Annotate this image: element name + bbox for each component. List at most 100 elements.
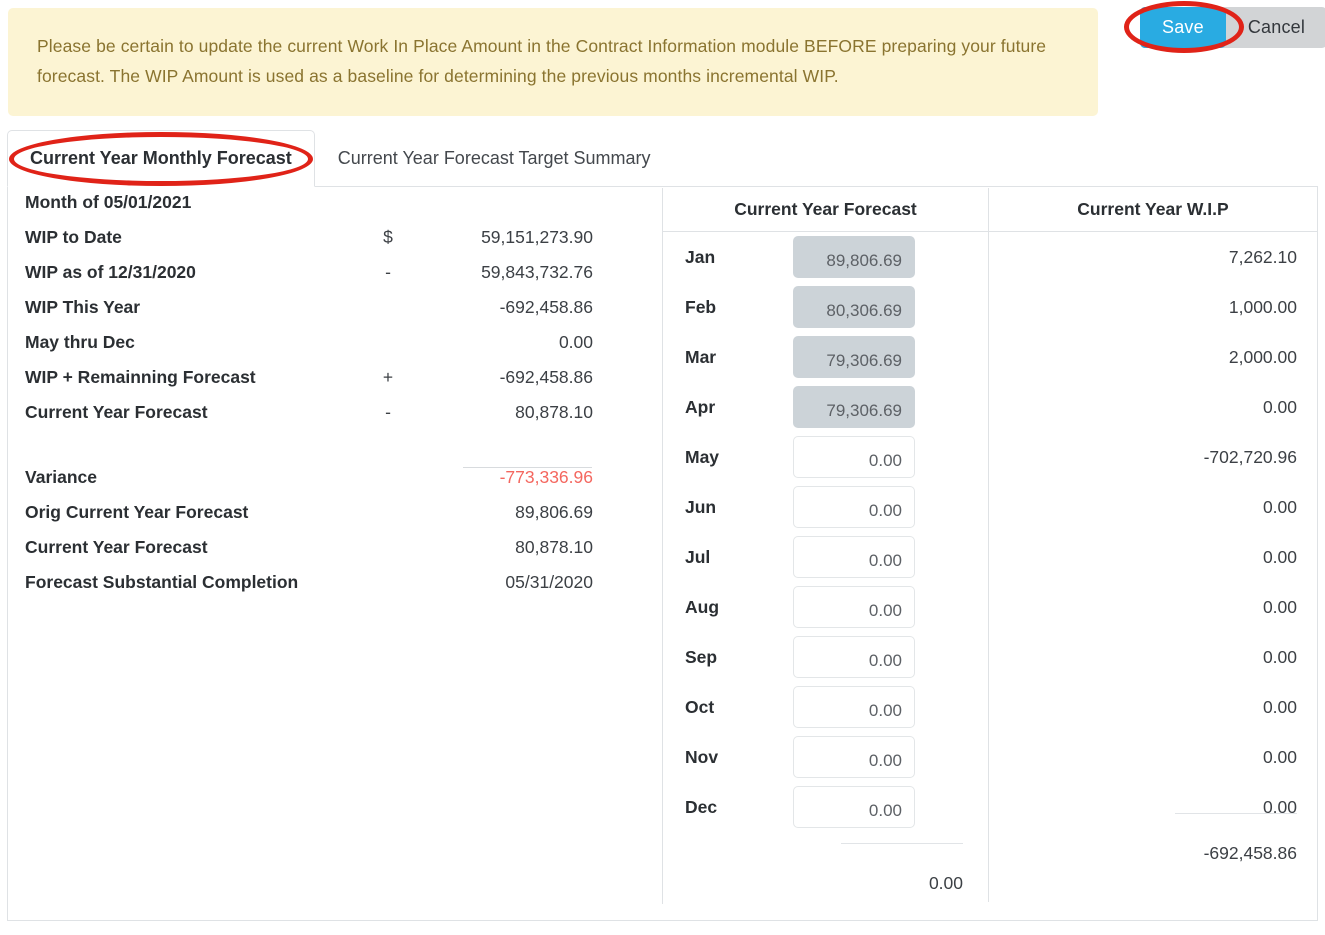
month-label: Mar: [685, 347, 793, 368]
summary-row: WIP as of 12/31/2020 - 59,843,732.76: [8, 262, 648, 297]
wip-total-divider: [1175, 813, 1297, 814]
forecast-input-aug[interactable]: [793, 586, 915, 628]
forecast-column: Jan Feb Mar Apr May: [663, 232, 989, 902]
summary-row-label: Current Year Forecast: [8, 402, 338, 423]
table-row: Dec: [663, 782, 988, 832]
wip-value-jan: 7,262.10: [989, 232, 1317, 282]
summary-row-value: -773,336.96: [438, 467, 593, 488]
forecast-input-may[interactable]: [793, 436, 915, 478]
summary-row-label: WIP as of 12/31/2020: [8, 262, 338, 283]
table-row: Jun: [663, 482, 988, 532]
tab-current-year-forecast-target-summary[interactable]: Current Year Forecast Target Summary: [315, 130, 674, 186]
summary-row-label: WIP to Date: [8, 227, 338, 248]
cancel-button[interactable]: Cancel: [1226, 7, 1325, 48]
summary-row-label: WIP This Year: [8, 297, 338, 318]
wip-value-oct: 0.00: [989, 682, 1317, 732]
summary-row-value: 59,843,732.76: [438, 262, 593, 283]
month-label: Dec: [685, 797, 793, 818]
wip-value-sep: 0.00: [989, 632, 1317, 682]
summary-row-sign: $: [338, 227, 438, 248]
summary-row-value: 89,806.69: [438, 502, 593, 523]
summary-row-label: WIP + Remainning Forecast: [8, 367, 338, 388]
table-row: Apr: [663, 382, 988, 432]
table-row: Jul: [663, 532, 988, 582]
header-current-year-forecast: Current Year Forecast: [663, 188, 989, 231]
month-label: Aug: [685, 597, 793, 618]
forecast-total-divider: [841, 843, 963, 844]
summary-row-label: Current Year Forecast: [8, 537, 338, 558]
summary-spacer: [8, 437, 648, 467]
summary-row-value: 0.00: [438, 332, 593, 353]
summary-row: WIP to Date $ 59,151,273.90: [8, 227, 648, 262]
forecast-table-body: Jan Feb Mar Apr May: [663, 232, 1317, 902]
forecast-input-dec[interactable]: [793, 786, 915, 828]
summary-row-value: 80,878.10: [438, 402, 593, 423]
summary-row: May thru Dec 0.00: [8, 332, 648, 367]
wip-column: 7,262.10 1,000.00 2,000.00 0.00 -702,720…: [989, 232, 1317, 902]
summary-row-sign: +: [338, 367, 438, 388]
month-label: Sep: [685, 647, 793, 668]
summary-month-label: Month of 05/01/2021: [8, 192, 338, 213]
summary-row-sign: -: [338, 262, 438, 283]
month-label: Apr: [685, 397, 793, 418]
forecast-input-jul[interactable]: [793, 536, 915, 578]
forecast-input-sep[interactable]: [793, 636, 915, 678]
wip-value-apr: 0.00: [989, 382, 1317, 432]
forecast-input-jun[interactable]: [793, 486, 915, 528]
wip-value-jul: 0.00: [989, 532, 1317, 582]
wip-value-feb: 1,000.00: [989, 282, 1317, 332]
month-label: Jul: [685, 547, 793, 568]
save-button[interactable]: Save: [1140, 7, 1226, 48]
summary-row-sign: -: [338, 402, 438, 423]
forecast-input-jan[interactable]: [793, 236, 915, 278]
summary-divider: [463, 467, 592, 468]
forecast-input-feb[interactable]: [793, 286, 915, 328]
header-current-year-wip: Current Year W.I.P: [989, 188, 1317, 231]
wip-total-value: -692,458.86: [1204, 843, 1297, 864]
summary-row-label: Forecast Substantial Completion: [8, 572, 338, 593]
table-row: Sep: [663, 632, 988, 682]
summary-row: Forecast Substantial Completion 05/31/20…: [8, 572, 648, 607]
table-row: Aug: [663, 582, 988, 632]
tab-current-year-monthly-forecast[interactable]: Current Year Monthly Forecast: [7, 130, 315, 187]
month-label: May: [685, 447, 793, 468]
summary-row-label: Orig Current Year Forecast: [8, 502, 338, 523]
summary-row: Current Year Forecast 80,878.10: [8, 537, 648, 572]
warning-alert: Please be certain to update the current …: [8, 8, 1098, 116]
forecast-input-mar[interactable]: [793, 336, 915, 378]
month-label: Nov: [685, 747, 793, 768]
wip-value-aug: 0.00: [989, 582, 1317, 632]
summary-month-title: Month of 05/01/2021: [8, 192, 648, 227]
forecast-input-apr[interactable]: [793, 386, 915, 428]
summary-row-label: May thru Dec: [8, 332, 338, 353]
table-row: May: [663, 432, 988, 482]
alert-message: Please be certain to update the current …: [37, 31, 1067, 91]
tab-strip: Current Year Monthly Forecast Current Ye…: [7, 131, 1318, 187]
wip-value-nov: 0.00: [989, 732, 1317, 782]
summary-row: WIP This Year -692,458.86: [8, 297, 648, 332]
forecast-input-nov[interactable]: [793, 736, 915, 778]
forecast-total-value: 0.00: [663, 873, 963, 894]
summary-row-label: Variance: [8, 467, 338, 488]
forecast-table: Current Year Forecast Current Year W.I.P…: [662, 188, 1318, 904]
table-row: Oct: [663, 682, 988, 732]
summary-row-variance: Variance -773,336.96: [8, 467, 648, 502]
wip-value-dec: 0.00: [989, 782, 1317, 832]
summary-row-value: 05/31/2020: [438, 572, 593, 593]
month-label: Jun: [685, 497, 793, 518]
month-label: Oct: [685, 697, 793, 718]
summary-row: Orig Current Year Forecast 89,806.69: [8, 502, 648, 537]
summary-row: WIP + Remainning Forecast + -692,458.86: [8, 367, 648, 402]
forecast-table-header: Current Year Forecast Current Year W.I.P: [663, 188, 1317, 232]
summary-row-value: 59,151,273.90: [438, 227, 593, 248]
action-button-group: Save Cancel: [1140, 7, 1325, 48]
summary-row-value: -692,458.86: [438, 367, 593, 388]
wip-value-mar: 2,000.00: [989, 332, 1317, 382]
page-root: Please be certain to update the current …: [0, 0, 1325, 935]
summary-row: Current Year Forecast - 80,878.10: [8, 402, 648, 437]
month-label: Feb: [685, 297, 793, 318]
summary-row-value: -692,458.86: [438, 297, 593, 318]
forecast-input-oct[interactable]: [793, 686, 915, 728]
wip-value-jun: 0.00: [989, 482, 1317, 532]
table-row: Nov: [663, 732, 988, 782]
